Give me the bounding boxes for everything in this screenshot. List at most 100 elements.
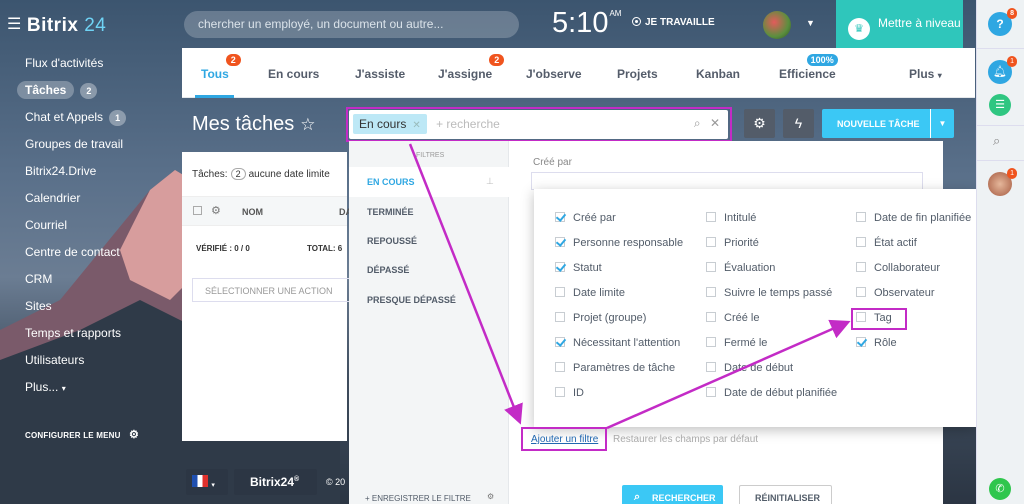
preset-deferred[interactable]: REPOUSSÉ	[367, 236, 417, 246]
tab-all[interactable]: Tous 2	[201, 54, 241, 81]
sidebar-item-users[interactable]: Utilisateurs	[25, 353, 126, 380]
chat-button[interactable]: ☰	[989, 94, 1011, 116]
tasks-count[interactable]: 2	[230, 168, 246, 180]
search-button[interactable]: ⌕ RECHERCHER	[622, 485, 723, 504]
gear-icon[interactable]: ⚙	[487, 492, 494, 501]
search-icon[interactable]: ⌕	[993, 133, 1000, 149]
tab-more[interactable]: Plus ▾	[909, 67, 942, 81]
tab-in-progress[interactable]: En cours	[268, 67, 319, 81]
select-all-checkbox[interactable]	[193, 206, 202, 215]
sidebar-item-time[interactable]: Temps et rapports	[25, 326, 126, 353]
field-start-date[interactable]: Date de début	[706, 362, 793, 374]
sidebar-item-drive[interactable]: Bitrix24.Drive	[25, 164, 126, 191]
sidebar-item-workgroups[interactable]: Groupes de travail	[25, 137, 126, 164]
notifications-button[interactable]: 🔔︎ 1	[988, 56, 1017, 84]
checkbox[interactable]	[555, 212, 565, 222]
checkbox[interactable]	[706, 262, 716, 272]
field-status[interactable]: Statut	[555, 262, 602, 274]
column-name[interactable]: NOM	[242, 207, 263, 217]
menu-icon[interactable]: ☰	[7, 14, 22, 34]
field-planned-end[interactable]: Date de fin planifiée	[856, 212, 971, 224]
clock[interactable]: 5:10AM	[552, 7, 621, 40]
field-project[interactable]: Projet (groupe)	[555, 312, 646, 324]
field-collaborator[interactable]: Collaborateur	[856, 262, 940, 274]
checkbox[interactable]	[856, 262, 866, 272]
field-responsible[interactable]: Personne responsable	[555, 237, 683, 249]
checkbox[interactable]	[706, 287, 716, 297]
checkbox[interactable]	[856, 212, 866, 222]
checkbox[interactable]	[706, 362, 716, 372]
field-attention[interactable]: Nécessitant l'attention	[555, 337, 680, 349]
sidebar-item-activity[interactable]: Flux d'activités	[25, 56, 126, 83]
sidebar-item-more[interactable]: Plus... ▾	[25, 380, 126, 407]
field-observer[interactable]: Observateur	[856, 287, 935, 299]
chevron-down-icon[interactable]: ▼	[806, 18, 815, 28]
star-icon[interactable]: ☆	[300, 115, 315, 134]
settings-button[interactable]: ⚙	[744, 109, 775, 138]
field-created-by[interactable]: Créé par	[555, 212, 616, 224]
preset-almost-overdue[interactable]: PRESQUE DÉPASSÉ	[367, 295, 456, 305]
tab-kanban[interactable]: Kanban	[696, 67, 740, 81]
tab-assigned[interactable]: J'assigne 2	[438, 54, 505, 81]
checkbox[interactable]	[856, 237, 866, 247]
checkbox[interactable]	[555, 337, 565, 347]
upgrade-button[interactable]: ♛ Mettre à niveau	[836, 0, 963, 48]
sidebar-item-sites[interactable]: Sites	[25, 299, 126, 326]
configure-menu-button[interactable]: CONFIGURER LE MENU ⚙	[25, 428, 139, 441]
checkbox[interactable]	[706, 387, 716, 397]
field-id[interactable]: ID	[555, 387, 584, 399]
restore-defaults-link[interactable]: Restaurer les champs par défaut	[613, 434, 758, 445]
avatar[interactable]	[763, 11, 791, 39]
checkbox[interactable]	[706, 312, 716, 322]
created-by-input[interactable]	[531, 172, 923, 190]
checkbox[interactable]	[706, 237, 716, 247]
sidebar-item-calendar[interactable]: Calendrier	[25, 191, 126, 218]
field-evaluation[interactable]: Évaluation	[706, 262, 775, 274]
search-input[interactable]: chercher un employé, un document ou autr…	[184, 11, 519, 38]
tab-observing[interactable]: J'observe	[526, 67, 582, 81]
sidebar-item-contact-center[interactable]: Centre de contact	[25, 245, 126, 272]
tab-assisting[interactable]: J'assiste	[355, 67, 405, 81]
checkbox[interactable]	[555, 312, 565, 322]
field-planned-start[interactable]: Date de début planifiée	[706, 387, 837, 399]
chevron-down-icon[interactable]: ▼	[930, 109, 954, 138]
checkbox[interactable]	[555, 287, 565, 297]
language-selector[interactable]: ▾	[186, 469, 228, 495]
checkbox[interactable]	[706, 212, 716, 222]
checkbox[interactable]	[555, 387, 565, 397]
sidebar-item-crm[interactable]: CRM	[25, 272, 126, 299]
contact-avatar[interactable]: 1	[988, 168, 1017, 196]
field-title[interactable]: Intitulé	[706, 212, 756, 224]
field-deadline[interactable]: Date limite	[555, 287, 625, 299]
field-task-params[interactable]: Paramètres de tâche	[555, 362, 675, 374]
sidebar-item-chat[interactable]: Chat et Appels 1	[25, 110, 127, 137]
field-closed-on[interactable]: Fermé le	[706, 337, 767, 349]
sidebar-item-tasks[interactable]: Tâches 2	[17, 81, 126, 110]
phone-button[interactable]: ✆	[989, 478, 1011, 500]
field-role[interactable]: Rôle	[856, 337, 897, 349]
checkbox[interactable]	[706, 337, 716, 347]
field-active-state[interactable]: État actif	[856, 237, 917, 249]
help-button[interactable]: ? 8	[988, 8, 1017, 36]
automation-button[interactable]: ϟ	[783, 109, 814, 138]
checkbox[interactable]	[555, 362, 565, 372]
field-priority[interactable]: Priorité	[706, 237, 759, 249]
preset-overdue[interactable]: DÉPASSÉ	[367, 265, 409, 275]
save-filter-button[interactable]: + ENREGISTRER LE FILTRE ⚙	[365, 492, 494, 503]
sidebar-item-mail[interactable]: Courriel	[25, 218, 126, 245]
preset-in-progress[interactable]: EN COURS	[367, 177, 415, 187]
field-created-on[interactable]: Créé le	[706, 312, 759, 324]
tab-efficiency[interactable]: Efficience 100%	[779, 54, 838, 81]
tab-projects[interactable]: Projets	[617, 67, 658, 81]
checkbox[interactable]	[856, 287, 866, 297]
new-task-button[interactable]: NOUVELLE TÂCHE ▼	[822, 109, 954, 138]
preset-completed[interactable]: TERMINÉE	[367, 207, 414, 217]
logo[interactable]: ☰ Bitrix 24	[7, 14, 106, 37]
bitrix24-footer-logo[interactable]: Bitrix24®	[234, 469, 317, 495]
reset-button[interactable]: RÉINITIALISER	[739, 485, 832, 504]
pin-icon[interactable]: ⊥	[486, 176, 494, 187]
action-select[interactable]: SÉLECTIONNER UNE ACTION	[192, 278, 352, 302]
field-time-tracking[interactable]: Suivre le temps passé	[706, 287, 832, 299]
checkbox[interactable]	[555, 262, 565, 272]
checkbox[interactable]	[856, 337, 866, 347]
